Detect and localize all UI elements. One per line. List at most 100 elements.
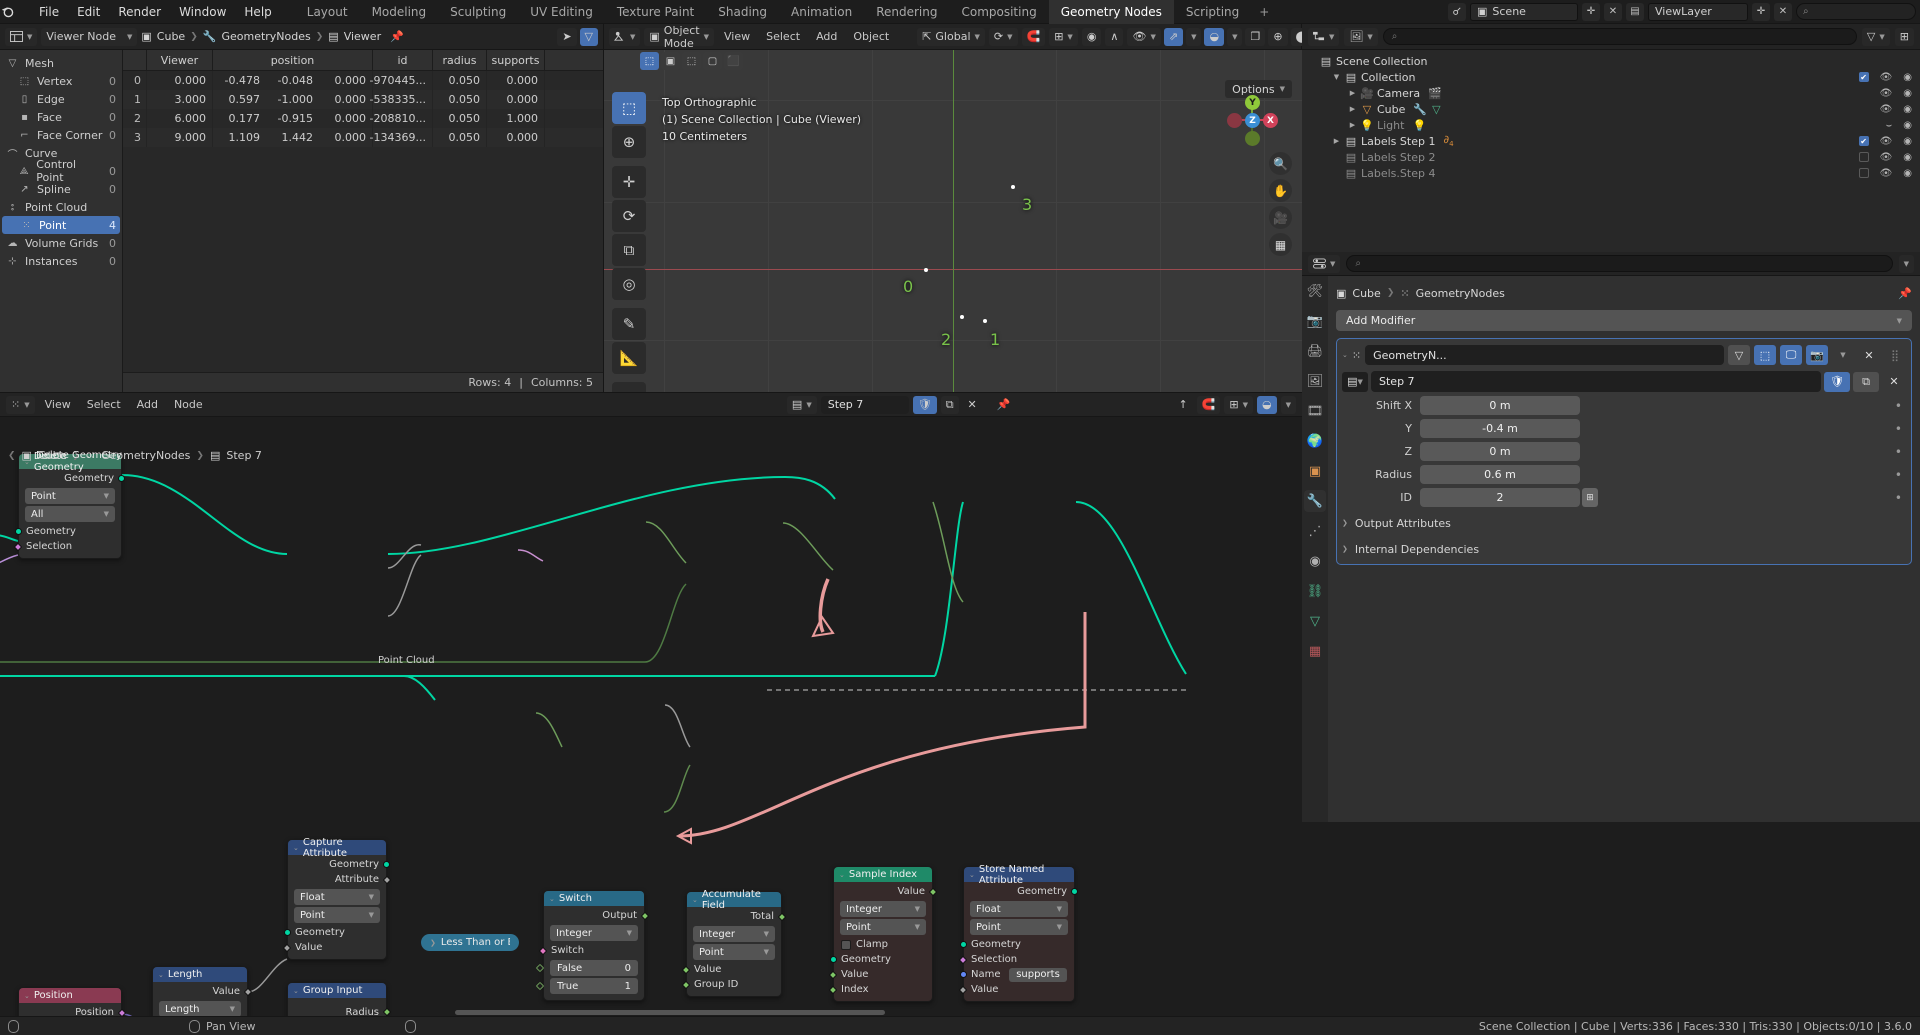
fake-user-icon[interactable]: 🛡 — [1824, 371, 1850, 392]
node-header[interactable]: ⌄ Group Input — [288, 983, 386, 998]
transform-orientation-dropdown[interactable]: ⇱ Global ▼ — [917, 27, 985, 46]
socket-geometry[interactable] — [1071, 888, 1078, 895]
node-header[interactable]: ⌄ Length — [153, 967, 247, 982]
node-editor-type-button[interactable]: ⁙ ▼ — [6, 395, 35, 414]
collapse-chevron-icon[interactable]: ❯ — [430, 939, 436, 947]
tab-animation[interactable]: Animation — [779, 0, 864, 24]
gizmos-toggle[interactable]: ⇗ — [1163, 27, 1184, 46]
move-tool[interactable]: ✛ — [612, 166, 646, 198]
col-viewer[interactable]: Viewer — [147, 50, 213, 70]
tab-particles[interactable]: ⋰ — [1304, 520, 1326, 542]
pin-icon[interactable]: 📌 — [992, 396, 1016, 414]
select-intersect-mode[interactable]: ⬛ — [724, 52, 743, 70]
tab-scene[interactable]: 🎞 — [1304, 400, 1326, 422]
transform-tool[interactable]: ◎ — [612, 268, 646, 300]
proportional-falloff-icon[interactable]: ∧ — [1105, 27, 1124, 46]
domain-instances[interactable]: ⊹ Instances 0 — [0, 252, 122, 270]
outliner-item-cube[interactable]: ▶ ▽ Cube 🔧 ▽ 👁 ◉ — [1302, 101, 1920, 117]
topbar-search-input[interactable]: ⌕ — [1796, 3, 1916, 20]
unlink-icon[interactable]: ✕ — [963, 396, 982, 414]
animate-property-dot[interactable]: • — [1895, 399, 1906, 413]
snap-target-dropdown[interactable]: ⊞ ▼ — [1049, 27, 1078, 46]
tab-object[interactable]: ▣ — [1304, 460, 1326, 482]
snap-target-dropdown[interactable]: ⊞ ▼ — [1224, 395, 1253, 414]
font-data-icon[interactable]: ∂4 — [1443, 133, 1453, 148]
node-less-than-or-equal[interactable]: ❯ Less Than or Equal — [421, 934, 519, 951]
collapse-chevron-icon[interactable]: ⌄ — [549, 895, 555, 903]
collapse-chevron-icon[interactable]: ⌄ — [293, 987, 299, 995]
snap-magnet-icon[interactable]: 🧲 — [1021, 27, 1046, 46]
socket-geometry[interactable] — [383, 861, 390, 868]
properties-editor-type-button[interactable]: ▼ — [1308, 254, 1341, 273]
cursor-icon[interactable]: ➤ — [557, 27, 577, 46]
expand-chevron-icon[interactable]: ⌄ — [1342, 351, 1348, 359]
overlay-dropdown[interactable]: ▼ — [1280, 395, 1296, 414]
tab-shading[interactable]: Shading — [706, 0, 779, 24]
internal-dependencies-section[interactable]: ❯ Internal Dependencies — [1342, 539, 1906, 559]
tab-tool[interactable]: 🛠 — [1304, 280, 1326, 302]
data-type-dropdown[interactable]: Integer ▼ — [550, 925, 638, 941]
eye-icon[interactable]: 👁 — [1880, 104, 1893, 115]
node-canvas[interactable]: ❮ ▣ Cube ❯ ⁙ GeometryNodes ❯ ▤ Step 7 ⌄ … — [0, 417, 1302, 1017]
unlink-icon[interactable]: ✕ — [1882, 372, 1906, 392]
node-header[interactable]: ⌄ Switch — [544, 891, 644, 906]
menu-edit[interactable]: Edit — [68, 0, 109, 24]
animate-property-dot[interactable]: • — [1895, 491, 1906, 505]
camera-icon[interactable]: ◉ — [1903, 136, 1912, 147]
outliner-item-light[interactable]: ▶ 💡 Light 💡 ⌣ ◉ — [1302, 117, 1920, 133]
menu-file[interactable]: File — [30, 0, 68, 24]
overlay-icon[interactable]: ◒ — [1257, 395, 1277, 414]
outliner-filter-dropdown[interactable]: ▽ ▼ — [1861, 27, 1890, 46]
properties-options-dropdown[interactable]: ▼ — [1898, 254, 1914, 273]
domain-point[interactable]: ⁙ Point 4 — [2, 216, 120, 234]
socket-geometry[interactable] — [118, 475, 125, 482]
node-group-input[interactable]: ⌄ Group Input Radius — [287, 982, 392, 1017]
col-supports[interactable]: supports — [487, 50, 545, 70]
gizmo-axis-z[interactable]: Z — [1245, 113, 1260, 128]
viewport-menu-view[interactable]: View — [718, 30, 756, 43]
node-header[interactable]: ⌄ Sample Index — [834, 867, 932, 882]
breadcrumb-object[interactable]: Cube — [157, 30, 185, 43]
node-header[interactable]: ⌄ Accumulate Field — [687, 889, 781, 911]
col-position[interactable]: position — [213, 50, 373, 70]
new-scene-icon[interactable]: ✛ — [1582, 2, 1600, 21]
shift-z-value[interactable]: 0 m — [1420, 442, 1580, 461]
camera-data-icon[interactable]: 🎬 — [1428, 87, 1442, 100]
false-value-field[interactable]: False 0 — [535, 960, 638, 976]
menu-window[interactable]: Window — [170, 0, 235, 24]
filter-icon[interactable]: ▽ — [579, 27, 598, 46]
viewport-menu-object[interactable]: Object — [847, 30, 895, 43]
outliner-item-collection[interactable]: ▼ ▤ Collection ✔ 👁 ◉ — [1302, 69, 1920, 85]
cage-display-toggle[interactable]: ⬚ — [1754, 345, 1776, 365]
visibility-dropdown[interactable]: 👁 ▼ — [1127, 27, 1161, 46]
domain-control-point[interactable]: ⟁ Control Point 0 — [0, 158, 122, 184]
node-group-name-field[interactable]: Step 7 — [820, 395, 909, 414]
node-menu-select[interactable]: Select — [81, 398, 127, 411]
operation-dropdown[interactable]: Length ▼ — [159, 1001, 241, 1017]
viewport-menu-select[interactable]: Select — [760, 30, 806, 43]
breadcrumb-viewer[interactable]: Viewer — [344, 30, 381, 43]
tab-data[interactable]: ▽ — [1304, 610, 1326, 632]
dataset-mode-dropdown[interactable]: Viewer Node ▼ — [41, 27, 138, 46]
camera-icon[interactable]: ◉ — [1903, 120, 1912, 131]
menu-render[interactable]: Render — [109, 0, 170, 24]
breadcrumb-modifier[interactable]: GeometryNodes — [1416, 287, 1505, 300]
add-workspace-button[interactable]: + — [1251, 0, 1277, 24]
animate-property-dot[interactable]: • — [1895, 468, 1906, 482]
outliner-item-scene-collection[interactable]: ▤ Scene Collection — [1302, 53, 1920, 69]
node-delete-geometry[interactable]: ⌄ Delete Geometry Geometry Point ▼ All ▼ G… — [13, 451, 125, 559]
col-id[interactable]: id — [373, 50, 433, 70]
edit-mode-display-toggle[interactable]: ▽ — [1728, 345, 1750, 365]
camera-icon[interactable]: ◉ — [1903, 104, 1912, 115]
breadcrumb-nodegroup[interactable]: Step 7 — [226, 449, 262, 462]
node-store-named-attribute[interactable]: ⌄ Store Named Attribute Geometry Float ▼ … — [958, 864, 1078, 1002]
tab-modifier[interactable]: 🔧 — [1304, 490, 1326, 512]
eye-closed-icon[interactable]: ⌣ — [1886, 120, 1893, 131]
camera-icon[interactable]: 🎥 — [1269, 206, 1292, 229]
xray-toggle[interactable]: ❐ — [1245, 27, 1266, 46]
grid-icon[interactable]: ▦ — [1269, 233, 1292, 256]
unlink-scene-icon[interactable]: ✕ — [1604, 2, 1622, 21]
eye-icon[interactable]: 👁 — [1880, 168, 1893, 179]
tab-geometry-nodes[interactable]: Geometry Nodes — [1048, 0, 1174, 24]
data-type-dropdown[interactable]: Float ▼ — [294, 889, 380, 905]
